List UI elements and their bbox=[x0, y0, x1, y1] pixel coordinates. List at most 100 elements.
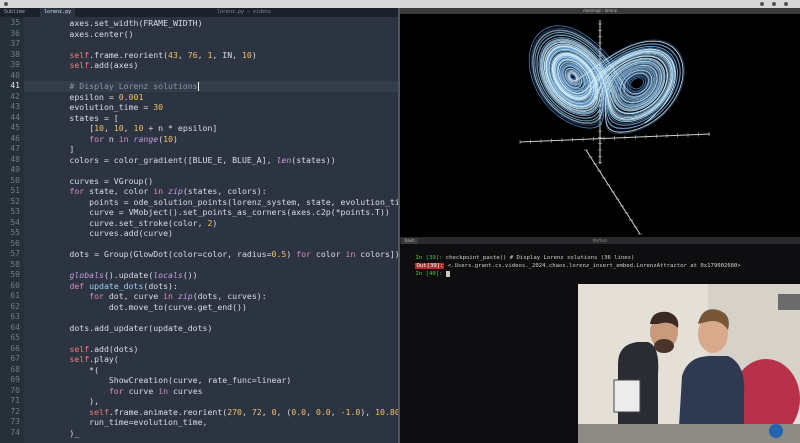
code-line[interactable]: 46 for n in range(10) bbox=[10, 133, 398, 145]
code-line[interactable]: 44 states = [ bbox=[10, 113, 398, 124]
input-prompt: In [40]: bbox=[415, 271, 443, 277]
code-token: + n * epsilon] bbox=[143, 123, 218, 133]
code-line[interactable]: 35 axes.set_width(FRAME_WIDTH) bbox=[10, 18, 398, 29]
code-token: len bbox=[276, 154, 292, 165]
code-line[interactable]: 45 [10, 10, 10 + n * epsilon] bbox=[10, 123, 398, 134]
code-line[interactable]: 61 for dot, curve in zip(dots, curves): bbox=[10, 291, 398, 302]
code-line[interactable]: 69 ShowCreation(curve, rate_func=linear) bbox=[10, 375, 398, 386]
code-line[interactable]: 66 self.add(dots) bbox=[10, 344, 398, 355]
code-token: ) bbox=[212, 217, 218, 228]
code-line[interactable]: 56 bbox=[10, 239, 398, 250]
line-number: 52 bbox=[10, 196, 20, 206]
code-line[interactable]: 50 curves = VGroup() bbox=[10, 176, 398, 187]
code-token: ] bbox=[30, 144, 75, 154]
code-token: 10 bbox=[241, 49, 252, 60]
code-line[interactable]: 74 )_ bbox=[10, 427, 398, 439]
code-token: def bbox=[69, 280, 85, 291]
code-text: # Display Lorenz solutions bbox=[30, 81, 199, 92]
code-line[interactable]: 58 bbox=[10, 260, 398, 271]
status-icon[interactable] bbox=[760, 2, 764, 6]
code-token: curve = VMobject().set_points_as_corners… bbox=[30, 207, 390, 217]
wall-monitor bbox=[778, 294, 800, 310]
code-editor[interactable]: Sublime lorenz.py lorenz.py — videos 35 … bbox=[0, 8, 398, 443]
editor-tab[interactable]: Sublime bbox=[0, 8, 29, 17]
code-token: colors = color_gradient([BLUE_E, BLUE_A]… bbox=[30, 154, 277, 165]
code-text: axes.center() bbox=[30, 28, 134, 40]
code-token: axes.center() bbox=[30, 28, 134, 39]
code-line[interactable]: 40 bbox=[10, 71, 398, 82]
code-token: )_ bbox=[30, 427, 80, 438]
line-number: 55 bbox=[10, 228, 20, 237]
editor-tab-active[interactable]: lorenz.py bbox=[40, 8, 76, 17]
code-line[interactable]: 47 ] bbox=[10, 144, 398, 155]
code-text: dots = Group(GlowDot(color=color, radius… bbox=[30, 249, 398, 260]
code-token: self bbox=[69, 60, 90, 70]
code-line[interactable]: 60 def update_dots(dots): bbox=[10, 280, 398, 292]
code-line[interactable]: 39 self.add(axes) bbox=[10, 60, 398, 71]
code-line[interactable]: 62 dot.move_to(curve.get_end()) bbox=[10, 302, 398, 313]
code-token: range bbox=[133, 133, 159, 144]
code-token: 10.80 bbox=[375, 406, 398, 417]
line-number: 72 bbox=[10, 406, 20, 416]
code-line[interactable]: 63 bbox=[10, 312, 398, 323]
line-number: 48 bbox=[10, 154, 20, 164]
code-line[interactable]: 42 epsilon = 0.001 bbox=[10, 92, 398, 103]
code-line[interactable]: 48 colors = color_gradient([BLUE_E, BLUE… bbox=[10, 154, 398, 166]
code-text: dots.add_updater(update_dots) bbox=[30, 323, 212, 334]
render-window[interactable]: manimgl - lorenz bbox=[400, 8, 800, 237]
apple-menu-icon[interactable] bbox=[4, 2, 8, 6]
code-token: ) bbox=[286, 249, 297, 259]
code-text: curve = VMobject().set_points_as_corners… bbox=[30, 207, 390, 218]
code-line[interactable]: 53 curve = VMobject().set_points_as_corn… bbox=[10, 207, 398, 218]
code-line[interactable]: 64 dots.add_updater(update_dots) bbox=[10, 323, 398, 334]
code-line[interactable]: 67 self.play( bbox=[10, 354, 398, 365]
code-token: .frame.animate.reorient( bbox=[108, 406, 228, 417]
line-number: 61 bbox=[10, 291, 20, 300]
code-line[interactable]: 59 globals().update(locals()) bbox=[10, 270, 398, 281]
code-line[interactable]: 52 points = ode_solution_points(lorenz_s… bbox=[10, 197, 398, 208]
code-text: run_time=evolution_time, bbox=[30, 417, 207, 428]
code-token: ), bbox=[30, 396, 100, 406]
code-area[interactable]: 35 axes.set_width(FRAME_WIDTH) 36 axes.ce… bbox=[10, 17, 398, 443]
line-number: 50 bbox=[10, 175, 20, 185]
code-line[interactable]: 49 bbox=[10, 165, 398, 176]
code-line[interactable]: 37 bbox=[10, 39, 398, 50]
code-line[interactable]: 68 *( bbox=[10, 364, 398, 376]
code-line[interactable]: 41 # Display Lorenz solutions bbox=[10, 81, 398, 92]
line-number: 71 bbox=[10, 396, 20, 405]
code-token: 10 bbox=[94, 123, 104, 133]
code-line[interactable]: 36 axes.center() bbox=[10, 28, 398, 40]
code-line[interactable]: 38 self.frame.reorient(43, 76, 1, IN, 10… bbox=[10, 49, 398, 61]
line-number: 63 bbox=[10, 312, 20, 321]
code-text: for curve in curves bbox=[30, 386, 203, 397]
code-token: dots.add_updater(update_dots) bbox=[30, 322, 213, 333]
code-line[interactable]: 70 for curve in curves bbox=[10, 386, 398, 397]
code-line[interactable]: 51 for state, color in zip(states, color… bbox=[10, 186, 398, 197]
status-icon[interactable] bbox=[772, 2, 776, 6]
line-number: 73 bbox=[10, 417, 20, 426]
terminal-titlebar: bash IPython bbox=[400, 237, 800, 244]
code-token: in bbox=[153, 186, 164, 196]
code-line[interactable]: 65 bbox=[10, 333, 398, 344]
code-token: 270 bbox=[227, 406, 242, 417]
code-line[interactable]: 54 curve.set_stroke(color, 2) bbox=[10, 217, 398, 229]
line-number: 49 bbox=[10, 165, 20, 174]
code-line[interactable]: 71 ), bbox=[10, 396, 398, 407]
code-token: *( bbox=[30, 364, 100, 375]
code-text: axes.set_width(FRAME_WIDTH) bbox=[30, 18, 202, 29]
status-icon[interactable] bbox=[784, 2, 788, 6]
code-token: 10 bbox=[163, 133, 173, 144]
code-line[interactable]: 72 self.frame.animate.reorient(270, 72, … bbox=[10, 406, 398, 418]
code-token: 10 bbox=[113, 123, 124, 133]
code-line[interactable]: 43 evolution_time = 30 bbox=[10, 102, 398, 113]
code-token: self bbox=[89, 406, 109, 417]
code-token: globals bbox=[69, 270, 104, 280]
code-line[interactable]: 57 dots = Group(GlowDot(color=color, rad… bbox=[10, 249, 398, 260]
line-number: 74 bbox=[10, 427, 20, 437]
code-line[interactable]: 55 curves.add(curve) bbox=[10, 228, 398, 239]
code-line[interactable]: 73 run_time=evolution_time, bbox=[10, 417, 398, 428]
